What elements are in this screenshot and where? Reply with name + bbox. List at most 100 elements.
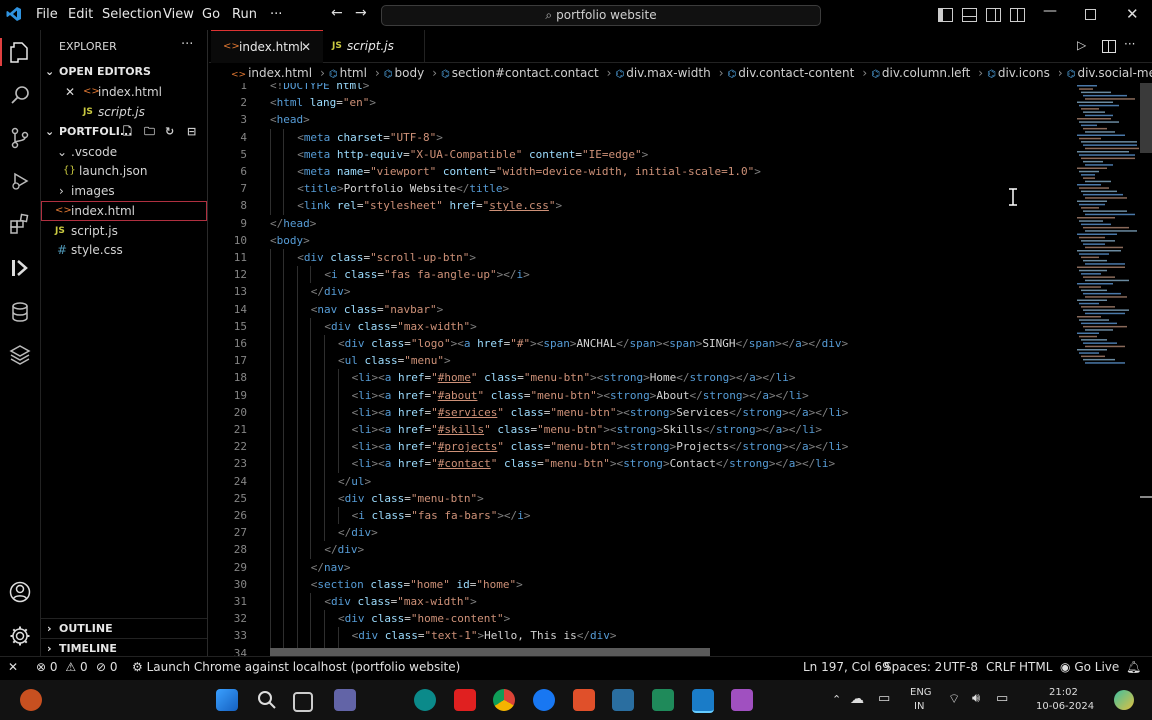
open-editor-item-index[interactable]: ✕ <> index.html	[41, 82, 207, 102]
menu-more[interactable]: ···	[270, 7, 282, 22]
remote-indicator-icon[interactable]: ✕	[8, 660, 18, 674]
accounts-icon[interactable]	[8, 580, 32, 604]
code-line[interactable]: 18 <li><a href="#home" class="menu-btn"><…	[209, 369, 795, 387]
language-mode[interactable]: HTML	[1019, 660, 1052, 674]
new-folder-icon[interactable]: 🗀	[144, 122, 155, 142]
tray-overflow-icon[interactable]: ⌃	[832, 693, 841, 706]
breadcrumb-item[interactable]: ⌬ div.column.left	[871, 66, 974, 80]
more-actions-icon[interactable]: ···	[1124, 37, 1135, 51]
end-of-line[interactable]: CRLF	[986, 660, 1016, 674]
project-folder-section[interactable]: ⌄ PORTFOLI... 🗋 🗀 ↻ ⊟	[41, 122, 207, 142]
menu-file[interactable]: File	[36, 7, 58, 22]
close-icon[interactable]: ✕	[301, 31, 311, 63]
code-line[interactable]: 11 <div class="scroll-up-btn">	[209, 249, 476, 267]
minimap[interactable]	[1073, 83, 1139, 373]
minimize-icon[interactable]: —	[1043, 3, 1057, 19]
clock-time[interactable]: 21:02	[1049, 687, 1078, 698]
breadcrumb-item[interactable]: ⌬div.social-menu	[1067, 66, 1152, 80]
menu-run[interactable]: Run	[232, 7, 257, 22]
code-line[interactable]: 13 </div>	[209, 283, 351, 301]
tree-item-vscode[interactable]: ⌄ .vscode	[41, 142, 207, 162]
customize-layout-icon[interactable]	[1010, 8, 1025, 22]
code-line[interactable]: 12 <i class="fas fa-angle-up"></i>	[209, 266, 530, 284]
code-line[interactable]: 19 <li><a href="#about" class="menu-btn">…	[209, 386, 809, 404]
code-line[interactable]: 2 <html lang="en">	[209, 94, 376, 111]
menu-go[interactable]: Go	[202, 7, 220, 22]
language-indicator-top[interactable]: ENG	[910, 687, 932, 698]
edge-browser-icon[interactable]	[414, 689, 436, 711]
breadcrumb-item[interactable]: <> index.html	[231, 66, 316, 80]
code-line[interactable]: 16 <div class="logo"><a href="#"><span>AN…	[209, 335, 848, 353]
problems-indicator[interactable]: ⊗ 0 ⚠ 0	[36, 660, 88, 674]
code-line[interactable]: 15 <div class="max-width">	[209, 317, 477, 335]
wifi-icon[interactable]: ⌔	[948, 691, 960, 707]
facebook-app-icon[interactable]	[533, 689, 555, 711]
collapse-all-icon[interactable]: ⊟	[187, 122, 196, 142]
toggle-secondary-sidebar-icon[interactable]	[986, 8, 1001, 22]
code-line[interactable]: 1 <!DOCTYPE html>	[209, 83, 369, 94]
code-line[interactable]: 28 </div>	[209, 541, 364, 559]
vertical-scrollbar[interactable]	[1140, 83, 1152, 153]
open-editors-section[interactable]: ⌄ OPEN EDITORS	[41, 62, 207, 82]
ports-indicator[interactable]: ⊘ 0	[96, 660, 118, 674]
remote-explorer-icon[interactable]	[8, 256, 32, 280]
toggle-primary-sidebar-icon[interactable]	[938, 8, 953, 22]
code-line[interactable]: 4 <meta charset="UTF-8">	[209, 128, 443, 146]
volume-icon[interactable]: 🔊︎	[972, 691, 980, 706]
code-line[interactable]: 21 <li><a href="#skills" class="menu-btn"…	[209, 421, 822, 439]
youtube-app-icon[interactable]	[454, 689, 476, 711]
code-line[interactable]: 27 </div>	[209, 524, 378, 542]
copilot-icon[interactable]	[1114, 690, 1134, 710]
command-center-search[interactable]: ⌕ portfolio website	[381, 5, 821, 26]
database-icon[interactable]	[8, 300, 32, 324]
extensions-icon[interactable]	[8, 212, 32, 236]
code-line[interactable]: 9 </head>	[209, 215, 316, 232]
back-arrow-icon[interactable]: ←	[331, 5, 343, 21]
tree-item-images[interactable]: › images	[41, 181, 207, 201]
outline-section[interactable]: › OUTLINE	[41, 618, 207, 639]
breadcrumb-item[interactable]: ⌬ div.contact-content	[728, 66, 859, 80]
onedrive-cloud-icon[interactable]: ☁	[850, 691, 864, 707]
search-icon[interactable]	[8, 83, 32, 107]
code-line[interactable]: 31 <div class="max-width">	[209, 593, 477, 611]
breadcrumb-item[interactable]: ⌬ html	[329, 66, 371, 80]
brave-browser-icon[interactable]	[573, 689, 595, 711]
encoding[interactable]: UTF-8	[943, 660, 978, 674]
forward-arrow-icon[interactable]: →	[355, 5, 367, 21]
toggle-panel-icon[interactable]	[962, 8, 977, 22]
code-line[interactable]: 23 <li><a href="#contact" class="menu-btn…	[209, 455, 835, 473]
refresh-icon[interactable]: ↻	[165, 122, 174, 142]
source-control-icon[interactable]	[8, 126, 32, 150]
run-debug-icon[interactable]	[8, 169, 32, 193]
code-line[interactable]: 3 <head>	[209, 111, 309, 128]
tree-item-launch-json[interactable]: {} launch.json	[41, 161, 207, 181]
code-line[interactable]: 10 <body>	[209, 232, 310, 249]
tree-item-script-js[interactable]: JS script.js	[41, 221, 207, 241]
code-editor[interactable]: 1 <!DOCTYPE html> 2 <html lang="en"> 3 <head>…	[209, 83, 1152, 656]
code-line[interactable]: 30 <section class="home" id="home">	[209, 575, 523, 593]
horizontal-scrollbar[interactable]	[270, 648, 710, 656]
notifications-bell-icon[interactable]: 🔔︎	[1126, 660, 1141, 674]
photos-app-icon[interactable]	[652, 689, 674, 711]
search-icon[interactable]	[256, 689, 278, 711]
code-line[interactable]: 24 </ul>	[209, 472, 371, 490]
menu-selection[interactable]: Selection	[102, 7, 162, 22]
code-line[interactable]: 29 </nav>	[209, 558, 351, 576]
code-line[interactable]: 25 <div class="menu-btn">	[209, 489, 484, 507]
launch-config[interactable]: ⚙ Launch Chrome against localhost (portf…	[132, 660, 460, 674]
code-line[interactable]: 33 <div class="text-1">Hello, This is</di…	[209, 627, 617, 645]
run-file-icon[interactable]: ▷	[1077, 38, 1086, 52]
start-menu-icon[interactable]	[216, 689, 238, 711]
split-editor-icon[interactable]	[1102, 40, 1116, 53]
breadcrumb-item[interactable]: ⌬ body	[384, 66, 428, 80]
code-line[interactable]: 17 <ul class="menu">	[209, 352, 451, 370]
code-line[interactable]: 22 <li><a href="#projects" class="menu-bt…	[209, 438, 848, 456]
settings-gear-icon[interactable]	[8, 624, 32, 648]
close-icon[interactable]: ✕	[65, 82, 75, 102]
task-view-icon[interactable]	[293, 692, 313, 712]
go-live-button[interactable]: ◉ Go Live	[1060, 660, 1119, 674]
explorer-more-button[interactable]: ···	[181, 37, 193, 52]
code-line[interactable]: 20 <li><a href="#services" class="menu-bt…	[209, 403, 848, 421]
weather-widget-icon[interactable]	[20, 689, 42, 711]
breadcrumb-item[interactable]: ⌬ div.icons	[987, 66, 1054, 80]
